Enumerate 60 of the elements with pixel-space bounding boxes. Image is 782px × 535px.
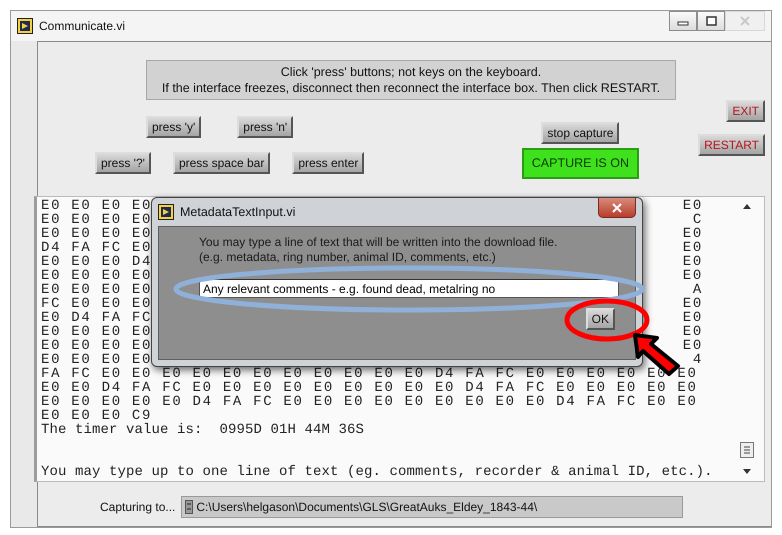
log-text: E0 (682, 269, 703, 283)
instruction-text: Click 'press' buttons; not keys on the keyboard. (280, 64, 542, 80)
maximize-icon (706, 16, 716, 26)
close-icon (740, 16, 750, 26)
capture-indicator: CAPTURE IS ON (522, 148, 639, 179)
log-text: E0 (682, 227, 703, 241)
log-text: E0 E0 E0 E0 (41, 269, 152, 283)
minimize-button[interactable] (669, 11, 697, 31)
log-text: E0 (682, 311, 703, 325)
path-text: C:\Users\helgason\Documents\GLS\GreatAuks_Eldey_1843-44\ (196, 499, 538, 516)
scroll-thumb-icon (740, 442, 754, 458)
key-button[interactable]: press 'y' (146, 116, 202, 138)
log-text: D4 FA FC E0 (41, 241, 152, 255)
log-text: E0 (682, 339, 703, 353)
log-text: E0 E0 E0 D4 (41, 255, 152, 269)
log-text: C (692, 213, 703, 227)
key-button[interactable]: press enter (292, 152, 364, 174)
log-text: E0 (682, 241, 703, 255)
exit-button[interactable]: EXIT (726, 100, 765, 122)
dialog-message: You may type a line of text that will be written into the download file. (199, 235, 558, 250)
key-button[interactable]: press space bar (172, 152, 270, 174)
instruction-text: If the interface freezes, disconnect then reconnect the interface box. Then click RESTART. (160, 80, 662, 96)
log-text: E0 E0 E0 E0 (41, 325, 152, 339)
capture-label: Capturing to... (100, 499, 176, 516)
log-text: E0 D4 FA FC (41, 311, 152, 325)
app-icon (17, 18, 33, 34)
log-text: E0 E0 D4 FA FC E0 E0 E0 E0 E0 E0 E0 E0 E0 D4 FA FC E0 E0 E0 E0 E0 (41, 381, 699, 395)
log-text: E0 E0 E0 E0 (41, 227, 152, 241)
log-text: E0 E0 E0 E0 (41, 283, 152, 297)
scroll-up-icon (742, 203, 752, 210)
log-text: A (692, 283, 703, 297)
restart-button[interactable]: RESTART (698, 134, 765, 156)
log-text: E0 E0 E0 E0 (41, 353, 152, 367)
app-icon (158, 204, 174, 220)
dialog-message: (e.g. metadata, ring number, animal ID, comments, etc.) (199, 250, 497, 265)
log-text: You may type up to one line of text (eg. comments, recorder & animal ID, etc.). (41, 465, 714, 479)
log-text: FC E0 E0 E0 (41, 297, 152, 311)
ok-button[interactable]: OK (586, 308, 615, 330)
scroll-down-icon (742, 468, 752, 475)
path-icon (185, 500, 194, 514)
close-icon (612, 202, 622, 212)
key-button[interactable]: press '?' (95, 152, 151, 174)
log-text: E0 E0 E0 C9 (41, 409, 152, 423)
log-text: E0 (682, 255, 703, 269)
log-text: The timer value is: 0995D 01H 44M 36S (41, 423, 366, 437)
text-input-field[interactable]: Any relevant comments - e.g. found dead, metalring no (199, 279, 619, 298)
log-text: E0 (682, 297, 703, 311)
log-text: E0 E0 E0 E0 (41, 339, 152, 353)
stop-capture-button[interactable]: stop capture (541, 122, 620, 144)
key-button[interactable]: press 'n' (237, 116, 294, 138)
window-title: Communicate.vi (39, 18, 126, 35)
log-text: 4 (692, 353, 703, 367)
log-text: E0 E0 E0 E0 (41, 199, 152, 213)
close-button[interactable] (598, 198, 636, 218)
dialog-title: MetadataTextInput.vi (180, 204, 296, 221)
log-text: E0 (682, 325, 703, 339)
log-text: E0 E0 E0 E0 E0 D4 FA FC E0 E0 E0 E0 E0 E0 E0 E0 E0 D4 FA FC E0 E0 (41, 395, 699, 409)
maximize-button[interactable] (697, 11, 725, 31)
log-text: E0 E0 E0 E0 (41, 213, 152, 227)
log-text: E0 (682, 199, 703, 213)
